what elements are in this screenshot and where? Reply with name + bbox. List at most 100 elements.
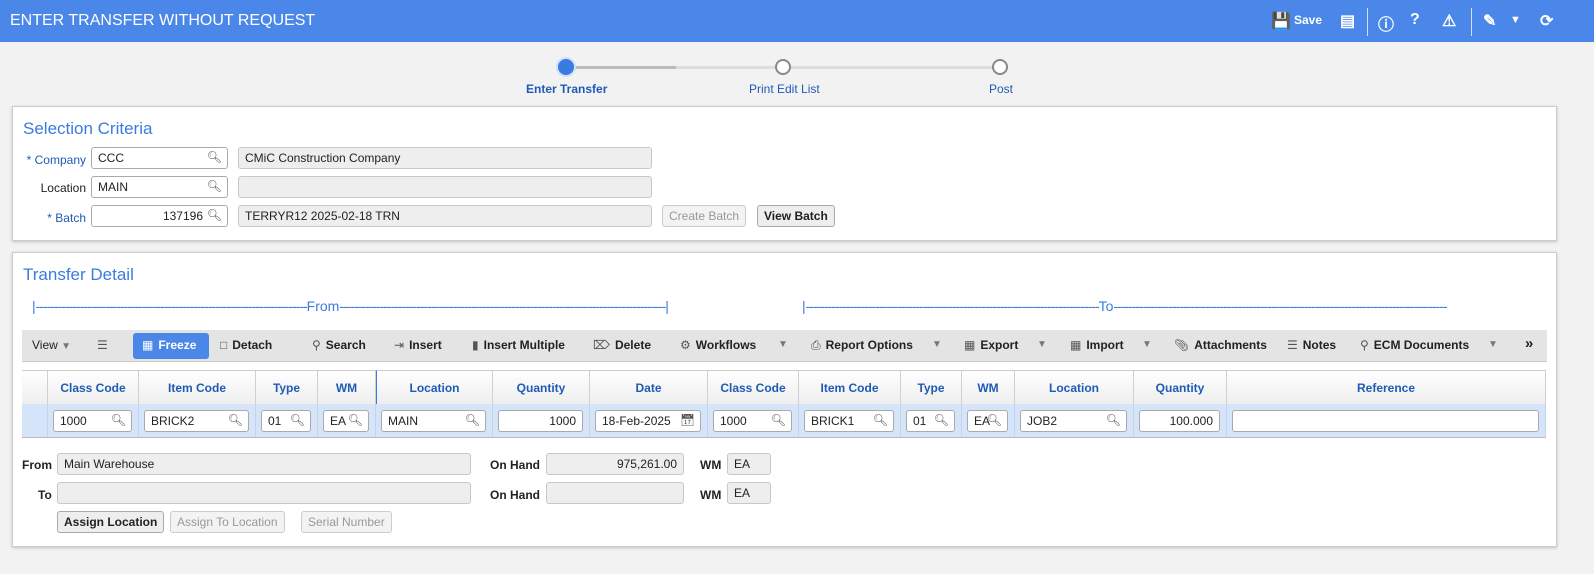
- insert-multiple-button[interactable]: ▮ Insert Multiple: [472, 338, 565, 352]
- view-batch-button[interactable]: View Batch: [757, 205, 835, 227]
- warning-icon[interactable]: ⚠: [1442, 11, 1456, 31]
- batch-input[interactable]: 137196 🔍︎: [91, 205, 228, 227]
- wm-label: WM: [700, 458, 722, 472]
- cell-input[interactable]: BRICK1 🔍︎: [804, 410, 894, 432]
- cell-input[interactable]: 100.000: [1139, 410, 1220, 432]
- freeze-icon: ▦: [142, 338, 154, 352]
- serial-number-button[interactable]: Serial Number: [301, 511, 392, 533]
- chevron-down-icon[interactable]: ▼: [932, 339, 942, 350]
- notes-button[interactable]: ☰ Notes: [1287, 338, 1336, 352]
- import-button[interactable]: ▦ Import: [1070, 338, 1124, 352]
- on-hand-label: On Hand: [490, 458, 540, 472]
- search-icon: 🔍︎: [464, 413, 480, 427]
- cell-input[interactable]: 18-Feb-2025 📅︎: [595, 410, 701, 432]
- cell-input[interactable]: JOB2 🔍︎: [1020, 410, 1127, 432]
- assign-location-button[interactable]: Assign Location: [57, 511, 165, 533]
- detach-icon: □: [220, 338, 228, 352]
- column-header[interactable]: Item Code: [799, 370, 901, 404]
- header-bar: ENTER TRANSFER WITHOUT REQUEST 💾 Save ▤ …: [0, 0, 1594, 42]
- refresh-icon[interactable]: ⟳: [1540, 11, 1553, 31]
- from-group-header: |---------------------------------------…: [32, 298, 669, 314]
- more-button[interactable]: »: [1525, 335, 1533, 352]
- table-cell: 01 🔍︎: [256, 404, 318, 438]
- company-label: * Company: [26, 153, 86, 167]
- cell-input[interactable]: 01 🔍︎: [261, 410, 311, 432]
- report-options-button[interactable]: ⎙ Report Options: [811, 338, 913, 353]
- cell-input[interactable]: BRICK2 🔍︎: [144, 410, 249, 432]
- column-header[interactable]: Reference: [1227, 370, 1546, 404]
- cell-input[interactable]: 1000 🔍︎: [713, 410, 792, 432]
- info-icon[interactable]: ⓘ: [1378, 11, 1394, 35]
- help-icon[interactable]: ?: [1410, 11, 1420, 29]
- column-header[interactable]: Item Code: [139, 370, 256, 404]
- step-enter-transfer[interactable]: [558, 59, 574, 75]
- cell-input[interactable]: MAIN 🔍︎: [381, 410, 486, 432]
- search-icon: 🔍︎: [347, 413, 363, 427]
- attachments-button[interactable]: 📎︎ Attachments: [1174, 338, 1267, 352]
- gears-icon: ⚙: [680, 338, 691, 352]
- column-header[interactable]: Type: [256, 370, 318, 404]
- cell-input[interactable]: 1000 🔍︎: [53, 410, 132, 432]
- row-selector[interactable]: [22, 404, 48, 438]
- table-cell: BRICK1 🔍︎: [799, 404, 901, 438]
- cell-input[interactable]: EA 🔍︎: [323, 410, 369, 432]
- column-header[interactable]: Class Code: [48, 370, 139, 404]
- on-hand-label: On Hand: [490, 488, 540, 502]
- printer-icon: ⎙: [811, 338, 821, 352]
- cell-input[interactable]: 01 🔍︎: [906, 410, 955, 432]
- cell-input[interactable]: [1232, 410, 1539, 432]
- save-button[interactable]: Save: [1294, 13, 1322, 27]
- from-label: From: [22, 458, 52, 472]
- column-header[interactable]: Date: [590, 370, 708, 404]
- chevron-down-icon[interactable]: ▼: [778, 339, 788, 350]
- chevron-down-icon[interactable]: ▼: [1488, 339, 1498, 350]
- create-batch-button[interactable]: Create Batch: [662, 205, 747, 227]
- column-header[interactable]: WM: [962, 370, 1015, 404]
- grid-toolbar: View ▼ ☰ ▦ Freeze □ Detach ⚲ Search ⇥ Insert…: [22, 330, 1547, 362]
- column-header[interactable]: Class Code: [708, 370, 799, 404]
- section-title: Selection Criteria: [23, 119, 153, 138]
- cell-input[interactable]: EA 🔍︎: [967, 410, 1008, 432]
- company-input[interactable]: CCC 🔍︎: [91, 147, 228, 169]
- save-icon[interactable]: 💾: [1271, 11, 1291, 31]
- table-cell: 1000: [493, 404, 590, 438]
- batch-description-field: TERRYR12 2025-02-18 TRN: [238, 205, 652, 227]
- step-post[interactable]: [992, 59, 1008, 75]
- column-header[interactable]: Quantity: [1134, 370, 1227, 404]
- detach-button[interactable]: □ Detach: [220, 338, 272, 352]
- search-icon: 🔍︎: [206, 208, 222, 222]
- assign-to-location-button[interactable]: Assign To Location: [170, 511, 285, 533]
- step-print-edit-list[interactable]: [775, 59, 791, 75]
- search-icon: 🔍︎: [206, 179, 222, 193]
- column-header[interactable]: Quantity: [493, 370, 590, 404]
- insert-button[interactable]: ⇥ Insert: [394, 338, 442, 352]
- search-button[interactable]: ⚲ Search: [312, 338, 366, 352]
- step-label: Print Edit List: [749, 82, 820, 96]
- company-name-field: CMiC Construction Company: [238, 147, 652, 169]
- filter-icon[interactable]: ☰: [97, 338, 113, 352]
- export-button[interactable]: ▦ Export: [964, 338, 1018, 352]
- table-cell: 1000 🔍︎: [708, 404, 799, 438]
- table-cell: 01 🔍︎: [901, 404, 962, 438]
- workflows-button[interactable]: ⚙ Workflows: [680, 338, 756, 352]
- delete-button[interactable]: ⌦ Delete: [593, 338, 651, 352]
- chevron-down-icon[interactable]: ▼: [1142, 339, 1152, 350]
- search-icon: 🔍︎: [986, 413, 1002, 427]
- ecm-documents-button[interactable]: ⚲ ECM Documents: [1360, 338, 1469, 352]
- table-cell: MAIN 🔍︎: [376, 404, 493, 438]
- column-header[interactable]: Location: [376, 370, 493, 404]
- chevron-down-icon[interactable]: ▼: [1037, 339, 1047, 350]
- column-header[interactable]: WM: [318, 370, 376, 404]
- location-input[interactable]: MAIN 🔍︎: [91, 176, 228, 198]
- column-header[interactable]: Type: [901, 370, 962, 404]
- chevron-down-icon[interactable]: ▼: [1510, 14, 1521, 26]
- cell-input[interactable]: 1000: [498, 410, 583, 432]
- freeze-label[interactable]: ▦ Freeze: [142, 338, 196, 352]
- view-menu[interactable]: View ▼: [32, 338, 71, 352]
- column-header[interactable]: Location: [1015, 370, 1134, 404]
- edit-icon[interactable]: ✎: [1483, 11, 1496, 31]
- wm-to-field: EA: [727, 482, 771, 504]
- on-hand-to-field: [546, 482, 684, 504]
- print-icon[interactable]: ▤: [1340, 11, 1355, 31]
- to-description-field: [57, 482, 471, 504]
